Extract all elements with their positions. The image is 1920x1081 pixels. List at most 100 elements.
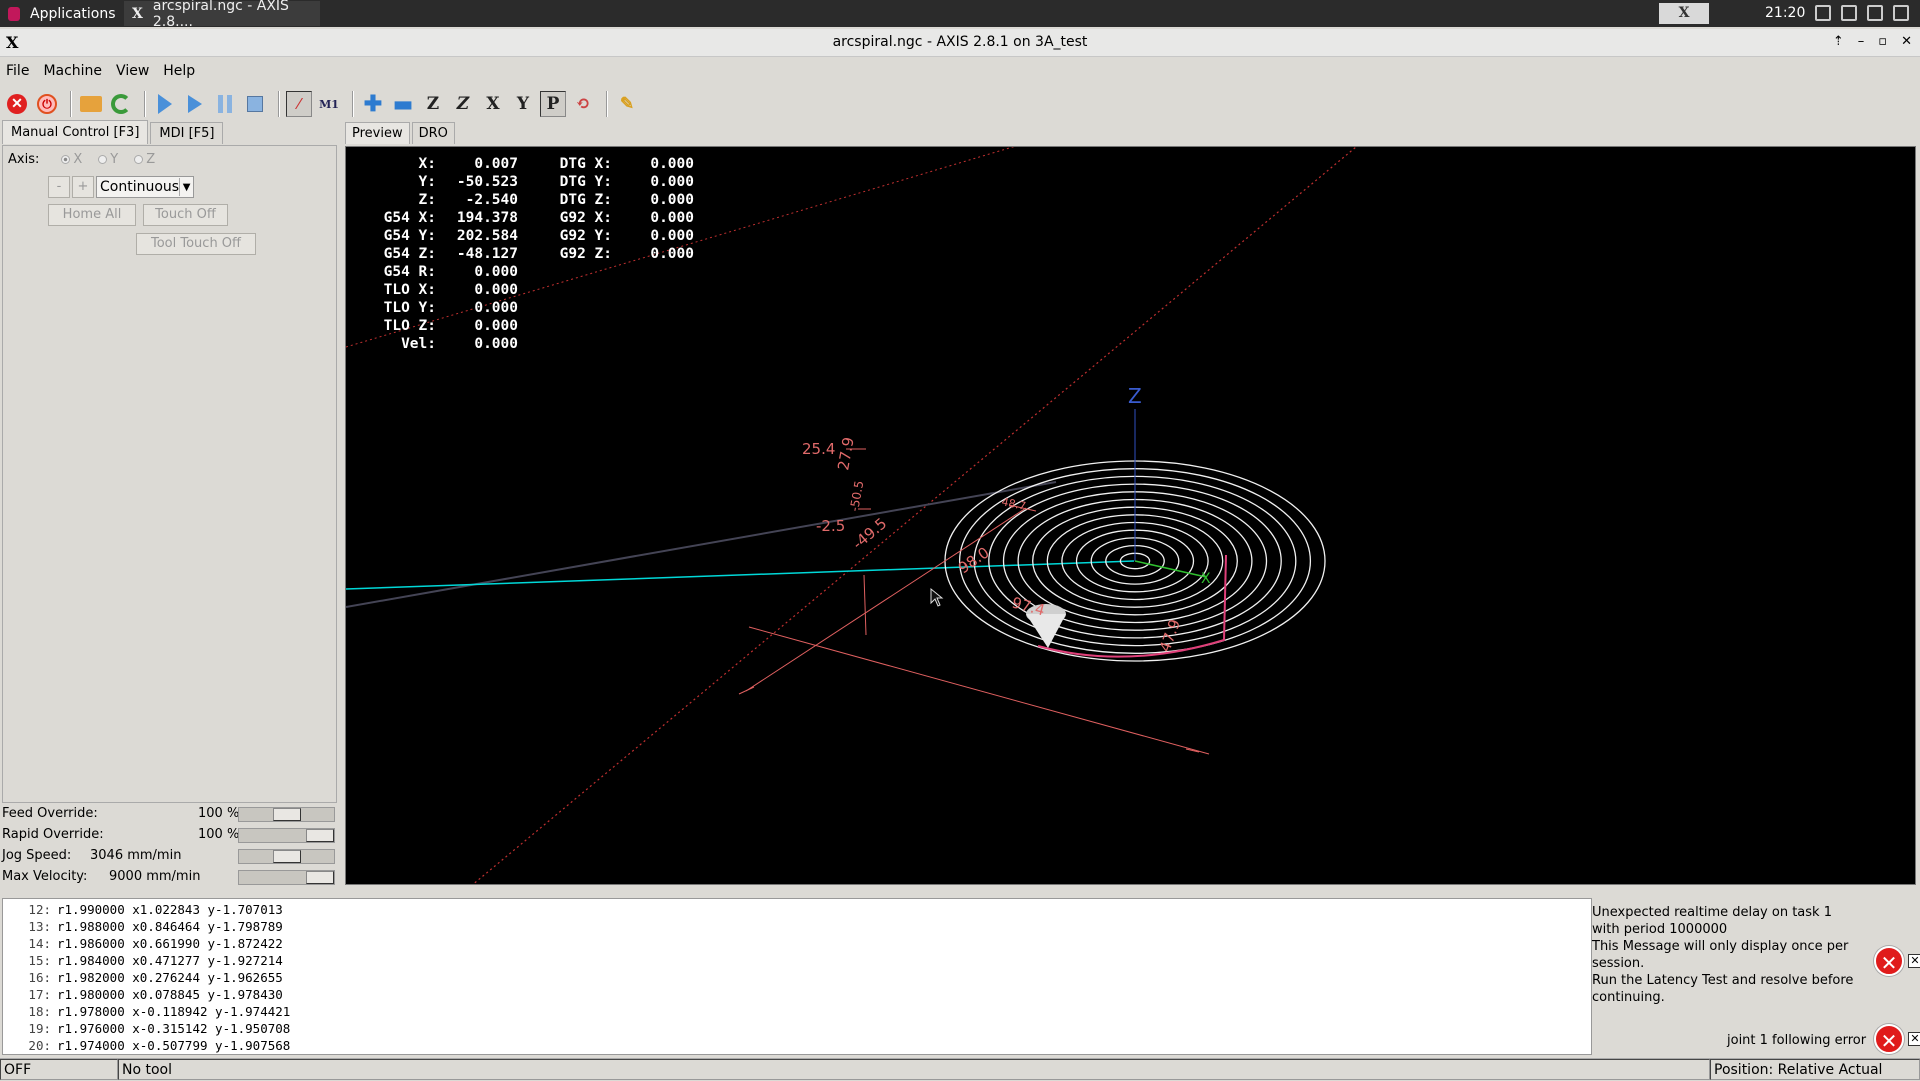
maximize-icon[interactable]: ▫ <box>1878 34 1887 49</box>
menu-machine[interactable]: Machine <box>43 63 102 79</box>
x-axis-line <box>346 560 1135 590</box>
dro-v1: 0.000 <box>474 300 518 316</box>
axis-radio-z[interactable]: Z <box>134 152 155 167</box>
home-all-button[interactable]: Home All <box>48 204 136 226</box>
applications-menu[interactable]: Applications <box>0 0 124 27</box>
app-logo-icon <box>8 6 20 21</box>
dro-l1: Vel: <box>401 336 436 352</box>
close-error-icon[interactable]: ✕ <box>1908 1032 1920 1046</box>
dro-row: G54 Y: 202.584 G92 Y: 0.000 <box>346 227 694 245</box>
gcode-line[interactable]: 14: r1.986000 x0.661990 y-1.872422 <box>3 935 1591 952</box>
power-button[interactable]: ⏻ <box>34 91 60 117</box>
menu-help[interactable]: Help <box>163 63 195 79</box>
taskbar-window-button[interactable]: X arcspiral.ngc - AXIS 2.8.... <box>124 0 320 30</box>
tool-touch-off-button[interactable]: Tool Touch Off <box>136 233 256 255</box>
estop-button[interactable]: ✕ <box>4 91 30 117</box>
gcode-line[interactable]: 13: r1.988000 x0.846464 y-1.798789 <box>3 918 1591 935</box>
jog-speed-row: Jog Speed: 3046 mm/min <box>0 846 340 867</box>
slider-knob[interactable] <box>306 829 334 842</box>
shade-icon[interactable]: ⇡ <box>1833 34 1844 49</box>
touch-off-button[interactable]: Touch Off <box>143 204 228 226</box>
close-icon[interactable]: ✕ <box>1901 34 1912 49</box>
slider-knob[interactable] <box>272 808 301 821</box>
rapid-override-value: 100 % <box>198 827 240 842</box>
view-z-button[interactable]: Z <box>420 91 446 117</box>
gcode-line[interactable]: 20: r1.974000 x-0.507799 y-1.907568 <box>3 1037 1591 1054</box>
tab-mdi[interactable]: MDI [F5] <box>150 122 224 144</box>
preview-canvas[interactable]: Z X 48.7 98.0 25.4 27.9 -50.5 -2.5 -49.5… <box>345 146 1916 885</box>
slider-knob[interactable] <box>306 871 334 884</box>
tab-preview[interactable]: Preview <box>345 122 410 144</box>
network-icon[interactable] <box>1815 5 1831 21</box>
dim-line <box>863 574 867 636</box>
dro-v2: 0.000 <box>650 210 694 226</box>
axis-radio-y[interactable]: Y <box>98 152 118 167</box>
tab-dro[interactable]: DRO <box>411 122 455 144</box>
jog-minus-button[interactable]: - <box>48 176 70 198</box>
dro-v1: 0.000 <box>474 336 518 352</box>
gcode-line[interactable]: 16: r1.982000 x0.276244 y-1.962655 <box>3 969 1591 986</box>
settings-icon[interactable] <box>1893 5 1909 21</box>
gcode-line[interactable]: 12: r1.990000 x1.022843 y-1.707013 <box>3 901 1591 918</box>
dismiss-error-icon[interactable]: ✕ <box>1874 1024 1904 1054</box>
gcode-line[interactable]: 15: r1.984000 x0.471277 y-1.927214 <box>3 952 1591 969</box>
task-title: arcspiral.ngc - AXIS 2.8.... <box>152 0 289 30</box>
rotate-button[interactable]: ⟲ <box>570 91 596 117</box>
zoom-out-button[interactable]: ▬ <box>390 91 416 117</box>
rapid-override-slider[interactable] <box>238 828 335 843</box>
run-button[interactable] <box>152 91 178 117</box>
close-message-icon[interactable]: ✕ <box>1908 954 1920 968</box>
menu-view[interactable]: View <box>116 63 149 79</box>
dro-row: G54 X: 194.378 G92 X: 0.000 <box>346 209 694 227</box>
stop-icon <box>247 96 263 112</box>
display-icon[interactable] <box>1867 5 1883 21</box>
max-velocity-slider[interactable] <box>238 870 335 885</box>
step-icon <box>188 95 202 113</box>
block-delete-button[interactable]: ⁄ <box>286 91 312 117</box>
dim-label: 27.9 <box>834 436 858 472</box>
view-z-icon: Z <box>426 94 440 114</box>
gcode-line[interactable]: 19: r1.976000 x-0.315142 y-1.950708 <box>3 1020 1591 1037</box>
view-p-button[interactable]: P <box>540 91 566 117</box>
optional-stop-button[interactable]: M1 <box>316 91 342 117</box>
chevron-down-icon: ▼ <box>179 178 193 196</box>
jog-mode-select[interactable]: Continuous ▼ <box>96 176 194 198</box>
open-file-icon <box>80 96 102 112</box>
jog-speed-value: 3046 mm/min <box>90 848 182 863</box>
view-x-button[interactable]: X <box>480 91 506 117</box>
jog-speed-slider[interactable] <box>238 849 335 864</box>
window-titlebar: X arcspiral.ngc - AXIS 2.8.1 on 3A_test … <box>0 29 1920 57</box>
minimize-icon[interactable]: – <box>1858 34 1865 49</box>
slider-knob[interactable] <box>272 850 301 863</box>
dim-label: 48.7 <box>1000 495 1027 513</box>
pause-button[interactable] <box>212 91 238 117</box>
following-error-message: joint 1 following error <box>1727 1033 1867 1048</box>
feed-override-slider[interactable] <box>238 807 335 822</box>
dro-l1: G54 Z: <box>383 246 436 262</box>
dro-v2: 0.000 <box>650 228 694 244</box>
view-z2-button[interactable]: Z <box>450 91 476 117</box>
view-y-button[interactable]: Y <box>510 91 536 117</box>
gcode-line[interactable]: 18: r1.978000 x-0.118942 y-1.974421 <box>3 1003 1591 1020</box>
applications-label: Applications <box>30 5 116 22</box>
dismiss-message-icon[interactable]: ✕ <box>1874 946 1904 976</box>
zoom-in-button[interactable]: ✚ <box>360 91 386 117</box>
step-button[interactable] <box>182 91 208 117</box>
clear-plot-button[interactable]: ✎ <box>614 91 640 117</box>
volume-icon[interactable] <box>1841 5 1857 21</box>
dro-l1: X: <box>418 156 436 172</box>
gcode-line[interactable]: 17: r1.980000 x0.078845 y-1.978430 <box>3 986 1591 1003</box>
axis-radio-x[interactable]: X <box>61 152 82 167</box>
stop-button[interactable] <box>242 91 268 117</box>
reload-button[interactable] <box>108 91 134 117</box>
open-file-button[interactable] <box>78 91 104 117</box>
dro-l2: DTG Y: <box>559 174 612 190</box>
dro-v2 <box>612 281 694 299</box>
tray-x-icon[interactable]: X <box>1659 3 1709 24</box>
tab-manual-control[interactable]: Manual Control [F3] <box>2 120 149 144</box>
pause-icon <box>218 95 232 113</box>
jog-plus-button[interactable]: + <box>72 176 94 198</box>
gcode-listing[interactable]: 12: r1.990000 x1.022843 y-1.707013 13: r1.9… <box>2 898 1592 1055</box>
menu-file[interactable]: File <box>6 63 29 79</box>
tool-status: No tool <box>118 1059 1710 1080</box>
